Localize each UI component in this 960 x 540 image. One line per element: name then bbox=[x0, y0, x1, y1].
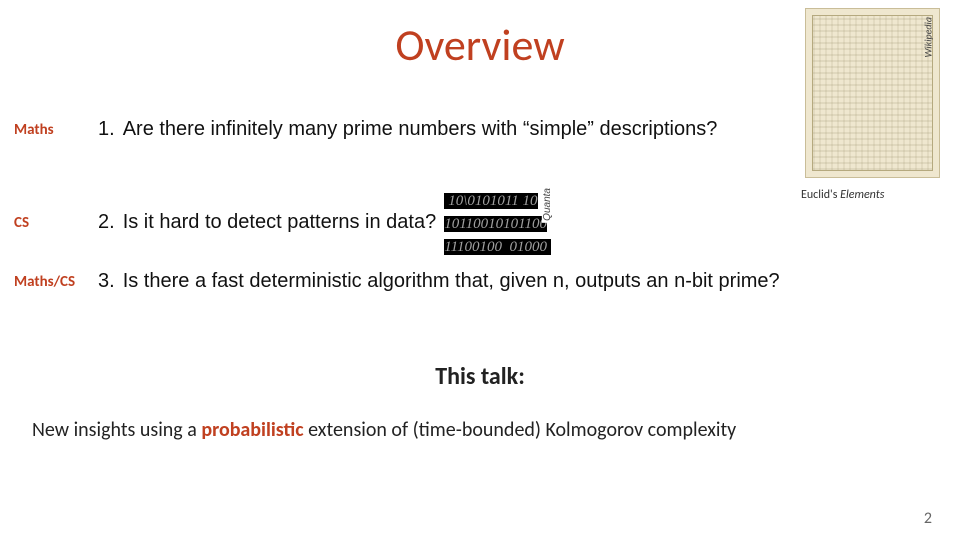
q1-text: Are there infinitely many prime numbers … bbox=[123, 118, 718, 141]
talk-emph: probabilistic bbox=[201, 418, 303, 442]
talk-pre: New insights using a bbox=[32, 418, 201, 442]
euclid-image: Wikipedia bbox=[805, 8, 940, 178]
q1-num: 1. bbox=[98, 118, 115, 141]
question-3: 3. Is there a fast deterministic algorit… bbox=[98, 270, 946, 293]
image-source-label: Wikipedia bbox=[922, 17, 935, 58]
tag-cs: CS bbox=[14, 214, 98, 232]
talk-post: extension of (time-bounded) Kolmogorov c… bbox=[304, 418, 737, 442]
euclid-image-inner bbox=[812, 15, 933, 171]
question-2: 2. Is it hard to detect patterns in data… bbox=[98, 188, 946, 257]
page-number: 2 bbox=[924, 509, 932, 528]
question-1: 1. Are there infinitely many prime numbe… bbox=[98, 118, 946, 141]
question-row-3: Maths/CS 3. Is there a fast deterministi… bbox=[14, 270, 946, 293]
tag-maths-cs: Maths/CS bbox=[14, 273, 98, 291]
binary-source-label: Quanta bbox=[542, 186, 553, 223]
q3-text: Is there a fast deterministic algorithm … bbox=[123, 270, 780, 293]
q2-text: Is it hard to detect patterns in data? bbox=[123, 211, 437, 234]
tag-maths: Maths bbox=[14, 121, 98, 139]
q3-num: 3. bbox=[98, 270, 115, 293]
question-row-2: CS 2. Is it hard to detect patterns in d… bbox=[14, 188, 946, 257]
binary-pattern-wrap: 10\0101011 10 10110010101100 11100100 01… bbox=[444, 188, 551, 257]
this-talk-text: New insights using a probabilistic exten… bbox=[32, 418, 928, 442]
this-talk-label: This talk: bbox=[0, 362, 960, 391]
q2-num: 2. bbox=[98, 211, 115, 234]
binary-pattern-image: 10\0101011 10 10110010101100 11100100 01… bbox=[444, 193, 551, 255]
question-row-1: Maths 1. Are there infinitely many prime… bbox=[14, 118, 946, 141]
